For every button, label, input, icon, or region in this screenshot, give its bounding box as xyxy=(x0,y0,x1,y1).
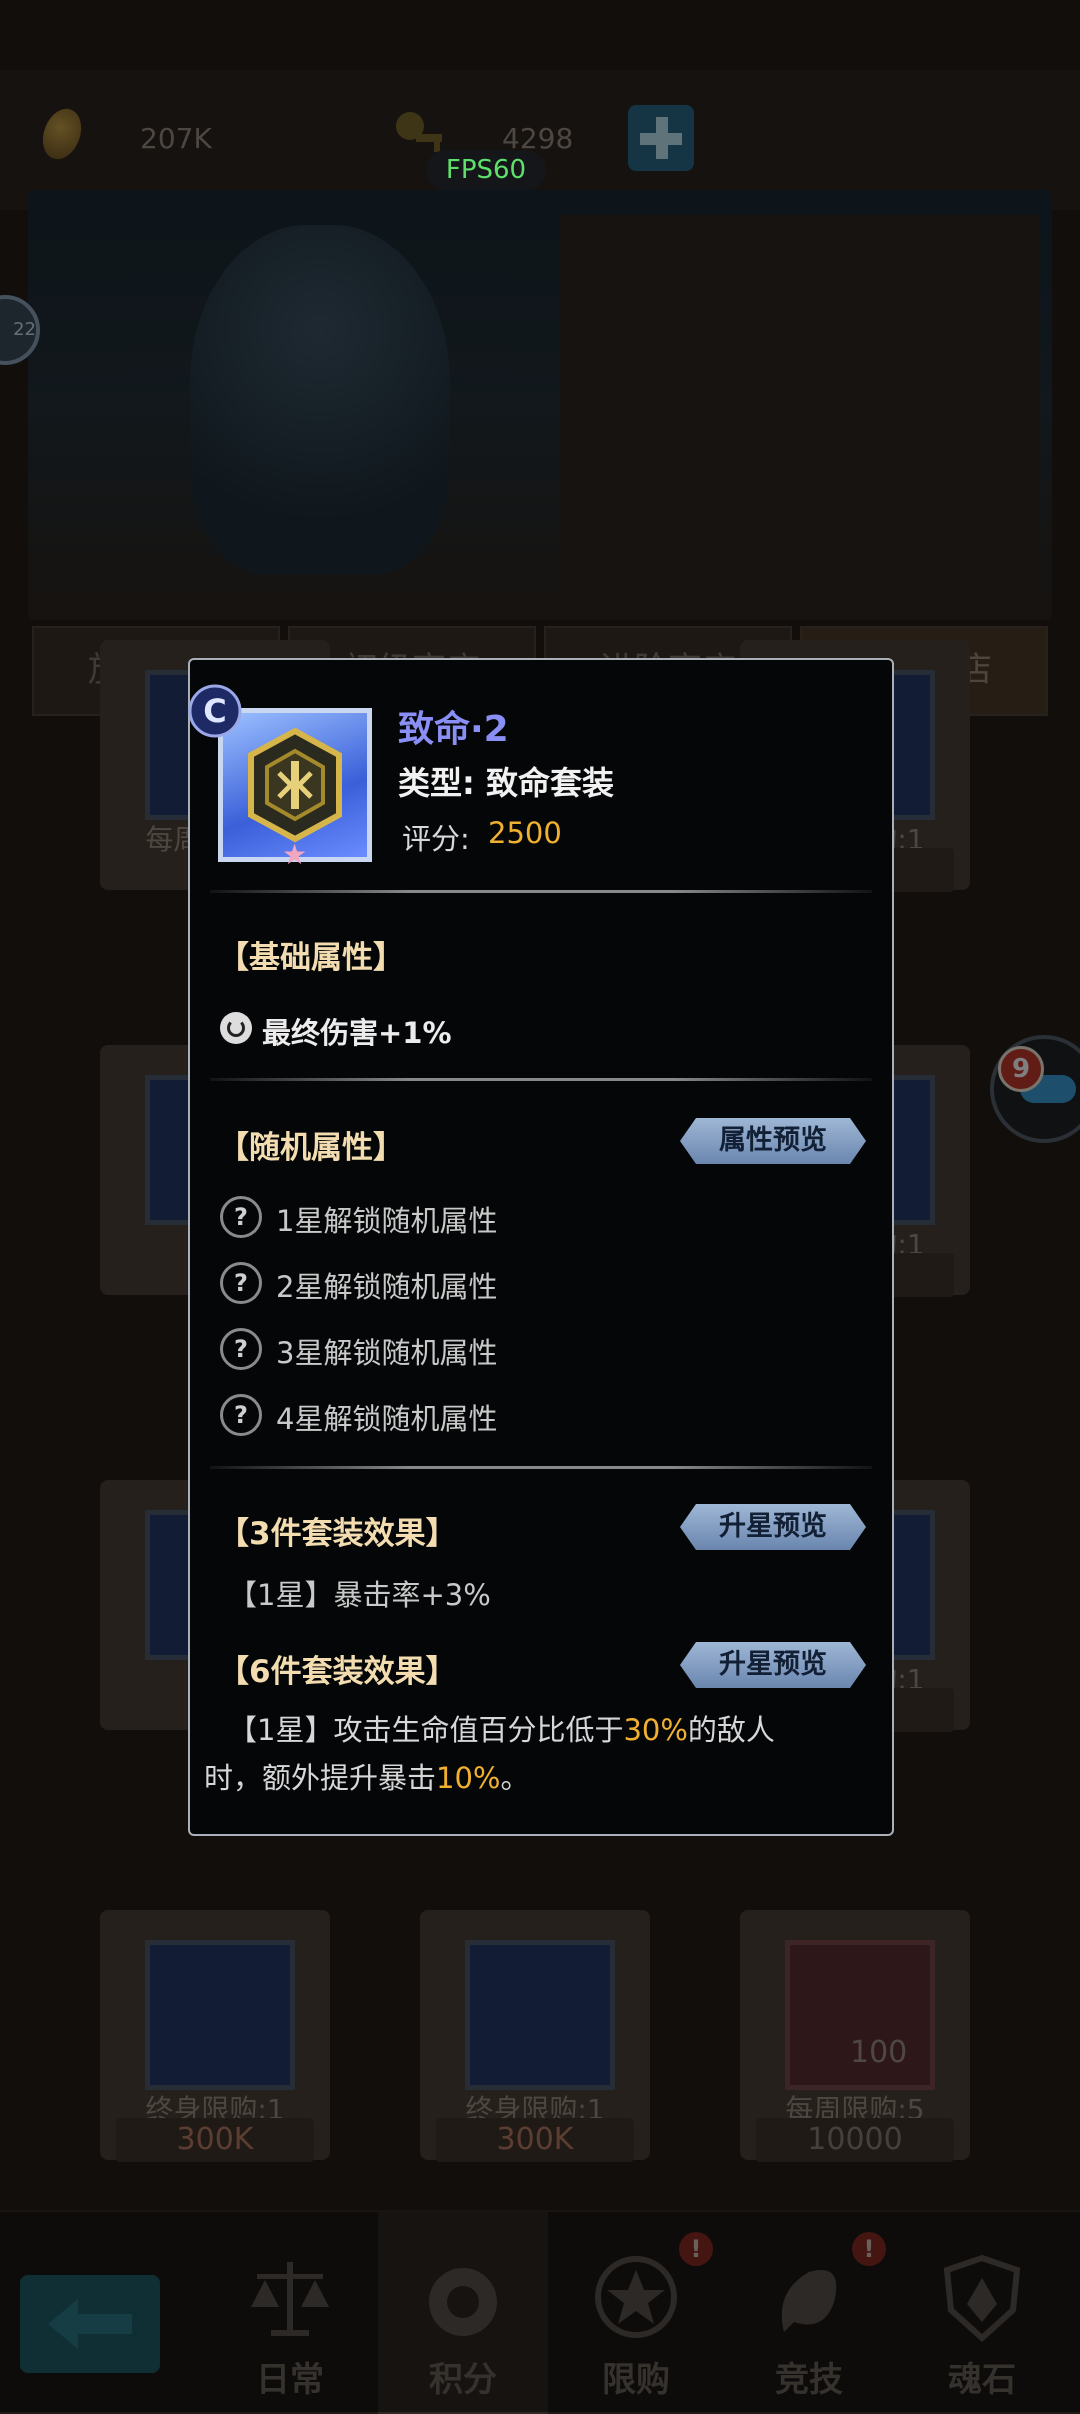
score-label: 评分: xyxy=(402,822,470,856)
desc-text: 的敌人 xyxy=(687,1713,775,1747)
desc-highlight: 10% xyxy=(436,1761,501,1795)
random-attr-title: 【随机属性】 xyxy=(218,1130,404,1166)
random-attr-line: 3星解锁随机属性 xyxy=(276,1336,498,1370)
desc-highlight: 30% xyxy=(623,1713,688,1747)
base-attr-title: 【基础属性】 xyxy=(218,940,404,976)
grade-badge: C xyxy=(188,684,242,738)
set3-star-preview-button[interactable]: 升星预览 xyxy=(680,1504,866,1550)
question-icon: ? xyxy=(220,1394,262,1436)
attr-preview-button[interactable]: 属性预览 xyxy=(680,1118,866,1164)
divider xyxy=(210,890,872,893)
random-attr-line: 1星解锁随机属性 xyxy=(276,1204,498,1238)
set3-desc: 【1星】暴击率+3% xyxy=(228,1578,491,1612)
crit-emblem-icon xyxy=(248,727,342,843)
equipment-detail-popup: C ★ 致命·2 类型: 致命套装 评分: 2500 【基础属性】 最终伤害+1… xyxy=(188,658,894,1836)
random-attr-line: 4星解锁随机属性 xyxy=(276,1402,498,1436)
set3-title: 【3件套装效果】 xyxy=(218,1516,457,1552)
desc-text: 。 xyxy=(500,1761,530,1795)
set6-desc: 【1星】攻击生命值百分比低于30%的敌人 时，额外提升暴击10%。 xyxy=(204,1706,868,1802)
divider xyxy=(210,1466,872,1469)
random-attr-line: 2星解锁随机属性 xyxy=(276,1270,498,1304)
divider xyxy=(210,1078,872,1081)
svg-text:C: C xyxy=(203,692,226,730)
fps-counter: FPS60 xyxy=(426,150,546,190)
question-icon: ? xyxy=(220,1328,262,1370)
question-icon: ? xyxy=(220,1262,262,1304)
desc-text: 【1星】攻击生命值百分比低于 xyxy=(228,1713,624,1747)
set6-star-preview-button[interactable]: 升星预览 xyxy=(680,1642,866,1688)
item-type: 类型: 致命套装 xyxy=(398,764,614,802)
question-icon: ? xyxy=(220,1196,262,1238)
set6-title: 【6件套装效果】 xyxy=(218,1654,457,1690)
desc-text: 时，额外提升暴击 xyxy=(204,1761,437,1795)
star-icon: ★ xyxy=(282,838,308,871)
base-attr-line: 最终伤害+1% xyxy=(262,1016,452,1050)
score-value: 2500 xyxy=(488,816,562,850)
swirl-icon xyxy=(220,1012,252,1044)
item-title: 致命·2 xyxy=(398,709,509,750)
